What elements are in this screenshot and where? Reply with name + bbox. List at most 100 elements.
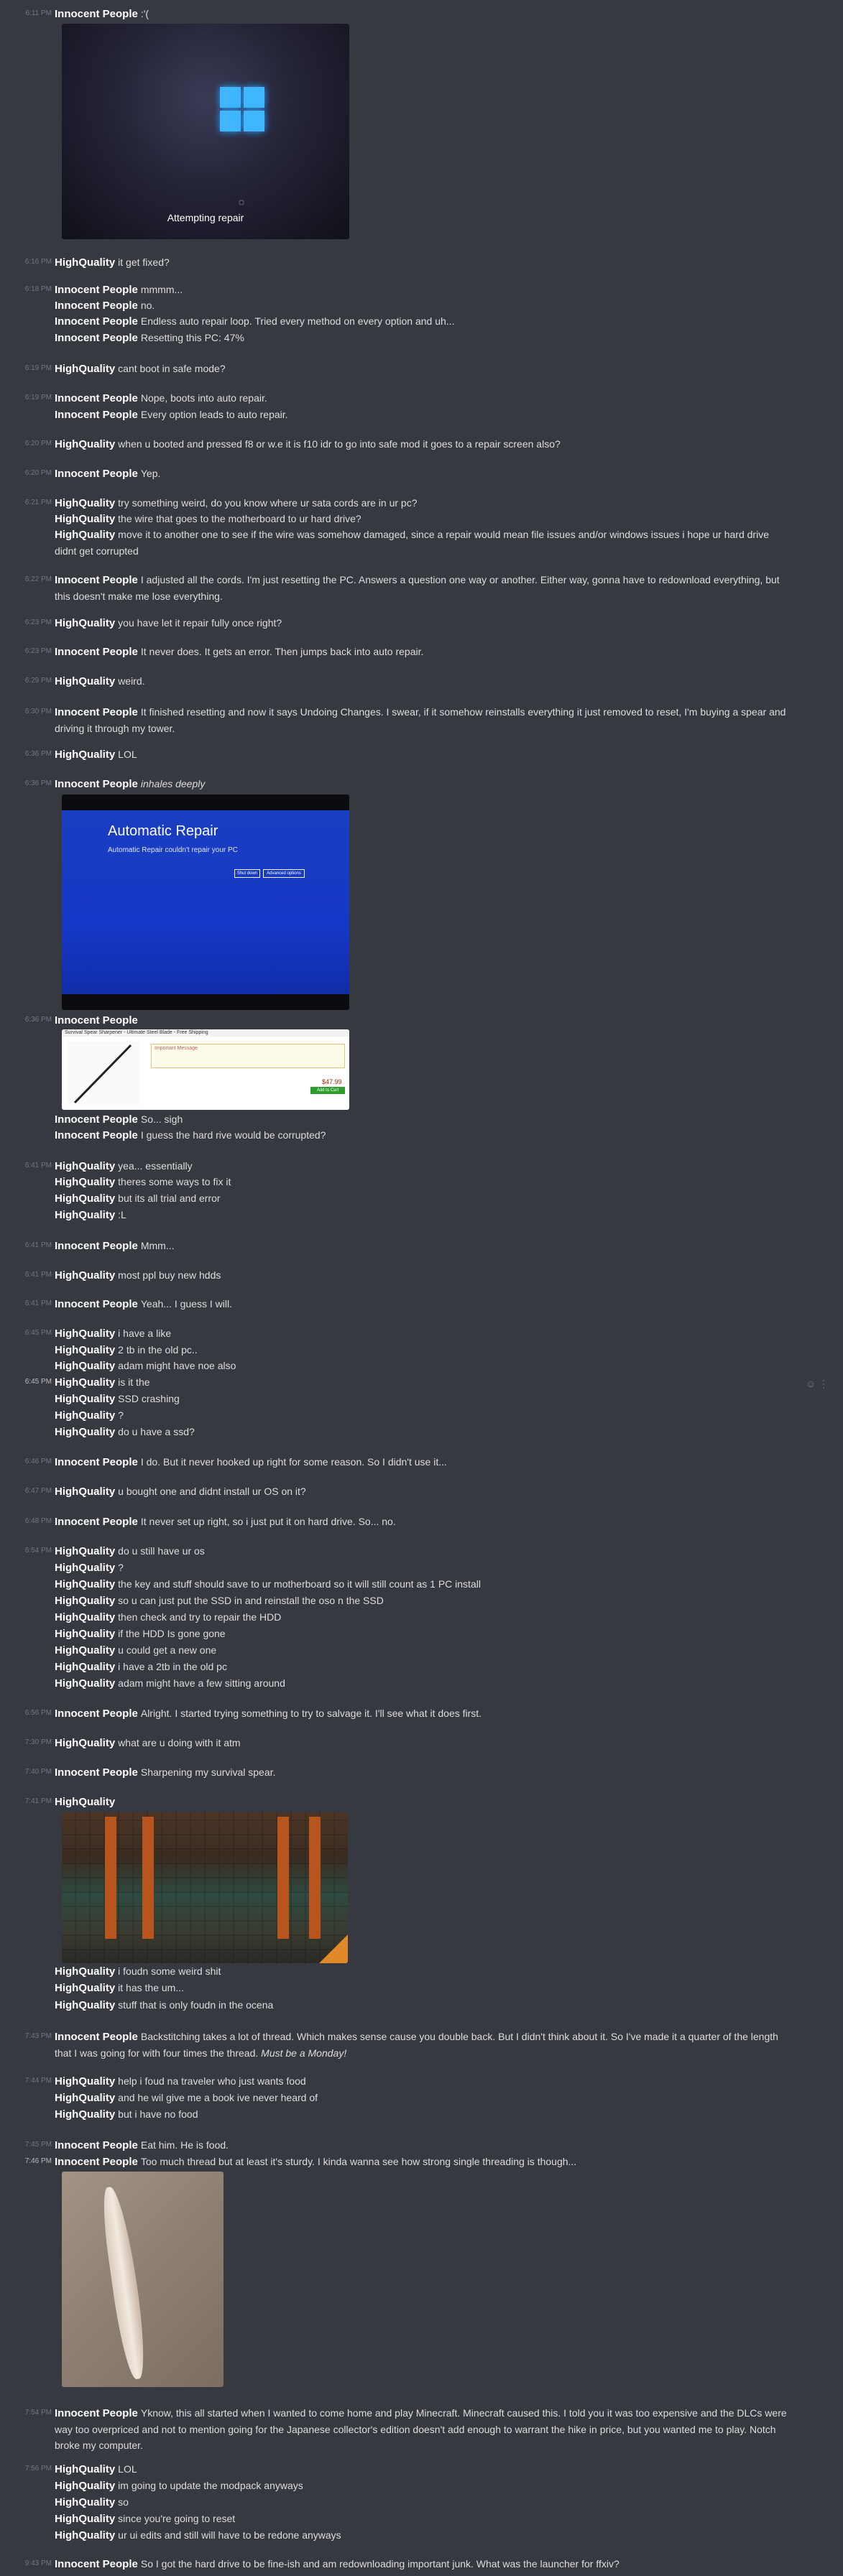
author-name[interactable]: Innocent People: [55, 2156, 138, 2168]
author-name[interactable]: Innocent People: [55, 1708, 138, 1720]
author-name[interactable]: HighQuality: [55, 1486, 115, 1498]
author-name[interactable]: HighQuality: [55, 617, 115, 629]
author-name[interactable]: HighQuality: [55, 1644, 115, 1657]
author-name[interactable]: HighQuality: [55, 1360, 115, 1372]
message-text: Yknow, this all started when I wanted to…: [55, 2407, 787, 2451]
author-name[interactable]: Innocent People: [55, 409, 138, 421]
message-text: i foudn some weird shit: [118, 1965, 221, 1977]
author-name[interactable]: HighQuality: [55, 1192, 115, 1205]
author-name[interactable]: HighQuality: [55, 256, 115, 269]
author-name[interactable]: Innocent People: [55, 1014, 138, 1027]
author-name[interactable]: HighQuality: [55, 749, 115, 761]
minecraft-image[interactable]: [62, 1812, 348, 1963]
message: 6:36 PM HighQuality LOL: [0, 746, 843, 762]
author-name[interactable]: HighQuality: [55, 1965, 115, 1978]
more-icon[interactable]: ⋮: [819, 1378, 829, 1389]
author-name[interactable]: HighQuality: [55, 1269, 115, 1282]
author-name[interactable]: HighQuality: [55, 1426, 115, 1438]
author-name[interactable]: HighQuality: [55, 2496, 115, 2508]
author-name[interactable]: Innocent People: [55, 332, 138, 344]
message-text: but its all trial and error: [118, 1192, 221, 1204]
author-name[interactable]: HighQuality: [55, 1661, 115, 1673]
author-name[interactable]: HighQuality: [55, 1393, 115, 1405]
author-name[interactable]: Innocent People: [55, 1516, 138, 1528]
author-name[interactable]: HighQuality: [55, 1595, 115, 1607]
author-name[interactable]: HighQuality: [55, 1982, 115, 1994]
author-name[interactable]: Innocent People: [55, 1766, 138, 1779]
author-name[interactable]: HighQuality: [55, 438, 115, 450]
author-name[interactable]: Innocent People: [55, 392, 138, 404]
message-text: is it the: [118, 1376, 150, 1388]
author-name[interactable]: HighQuality: [55, 1545, 115, 1557]
author-name[interactable]: Innocent People: [55, 468, 138, 480]
author-name[interactable]: Innocent People: [55, 2139, 138, 2151]
author-name[interactable]: HighQuality: [55, 497, 115, 509]
author-name[interactable]: Innocent People: [55, 778, 138, 790]
timestamp: 6:22 PM: [24, 575, 52, 583]
message-text: most ppl buy new hdds: [118, 1269, 221, 1281]
author-name[interactable]: HighQuality: [55, 1209, 115, 1221]
author-name[interactable]: HighQuality: [55, 1796, 115, 1808]
message: 7:41 PM HighQuality: [0, 1794, 843, 1810]
author-name[interactable]: Innocent People: [55, 1129, 138, 1141]
author-name[interactable]: HighQuality: [55, 1376, 115, 1389]
author-name[interactable]: Innocent People: [55, 2407, 138, 2419]
author-name[interactable]: HighQuality: [55, 675, 115, 687]
message: 6:11 PM Innocent People:'(: [0, 6, 843, 22]
author-name[interactable]: Innocent People: [55, 706, 138, 718]
author-name[interactable]: Innocent People: [55, 1240, 138, 1252]
author-name[interactable]: Innocent People: [55, 1113, 138, 1126]
message: HighQuality the key and stuff should save…: [0, 1576, 843, 1592]
author-name[interactable]: Innocent People: [55, 284, 138, 296]
message-text: you have let it repair fully once right?: [118, 617, 282, 629]
windows-repair-image[interactable]: ◌ Attempting repair: [62, 24, 349, 239]
author-name[interactable]: Innocent People: [55, 574, 138, 586]
author-name[interactable]: HighQuality: [55, 1160, 115, 1172]
message-text: so: [118, 2496, 129, 2508]
author-name[interactable]: HighQuality: [55, 1562, 115, 1574]
author-name[interactable]: HighQuality: [55, 2513, 115, 2525]
author-name[interactable]: Innocent People: [55, 2031, 138, 2043]
author-name[interactable]: Innocent People: [55, 646, 138, 658]
author-name[interactable]: HighQuality: [55, 2463, 115, 2475]
message: 6:41 PM HighQuality yea... essentially: [0, 1158, 843, 1174]
author-name[interactable]: HighQuality: [55, 1409, 115, 1422]
automatic-repair-image[interactable]: Automatic Repair Automatic Repair couldn…: [62, 794, 349, 1010]
author-name[interactable]: HighQuality: [55, 1737, 115, 1749]
author-name[interactable]: Innocent People: [55, 300, 138, 312]
timestamp: 6:23 PM: [24, 618, 52, 626]
author-name[interactable]: Innocent People: [55, 1298, 138, 1310]
spear-image[interactable]: [62, 2172, 224, 2387]
author-name[interactable]: HighQuality: [55, 363, 115, 375]
author-name[interactable]: HighQuality: [55, 2480, 115, 2492]
author-name[interactable]: HighQuality: [55, 1611, 115, 1623]
message-text: yea... essentially: [118, 1160, 193, 1172]
reaction-icon[interactable]: ☺: [806, 1378, 816, 1389]
author-name[interactable]: HighQuality: [55, 2075, 115, 2088]
message-text: ?: [118, 1409, 124, 1421]
image-title: Automatic Repair: [108, 823, 218, 839]
author-name[interactable]: HighQuality: [55, 1344, 115, 1356]
timestamp: 6:41 PM: [24, 1271, 52, 1279]
author-name[interactable]: HighQuality: [55, 1578, 115, 1590]
message: 7:30 PM HighQuality what are u doing with…: [0, 1735, 843, 1751]
author-name[interactable]: HighQuality: [55, 513, 115, 525]
author-name[interactable]: HighQuality: [55, 1999, 115, 2011]
author-name[interactable]: HighQuality: [55, 1176, 115, 1188]
author-name[interactable]: HighQuality: [55, 2529, 115, 2542]
message-action-icons[interactable]: ☺ ⋮: [806, 1378, 829, 1390]
timestamp: 6:29 PM: [24, 677, 52, 685]
author-name[interactable]: Innocent People: [55, 1456, 138, 1468]
author-name[interactable]: Innocent People: [55, 315, 138, 328]
message: HighQuality SSD crashing: [0, 1391, 843, 1407]
author-name[interactable]: HighQuality: [55, 2092, 115, 2104]
author-name[interactable]: Innocent People: [55, 8, 138, 20]
author-name[interactable]: HighQuality: [55, 529, 115, 541]
author-name[interactable]: HighQuality: [55, 1628, 115, 1640]
author-name[interactable]: HighQuality: [55, 1328, 115, 1340]
message-text: the wire that goes to the motherboard to…: [118, 513, 361, 524]
author-name[interactable]: HighQuality: [55, 2108, 115, 2121]
shopping-image[interactable]: Survival Spear Sharpener - Ultimate Stee…: [62, 1029, 349, 1110]
author-name[interactable]: HighQuality: [55, 1677, 115, 1690]
author-name[interactable]: Innocent People: [55, 2558, 138, 2570]
